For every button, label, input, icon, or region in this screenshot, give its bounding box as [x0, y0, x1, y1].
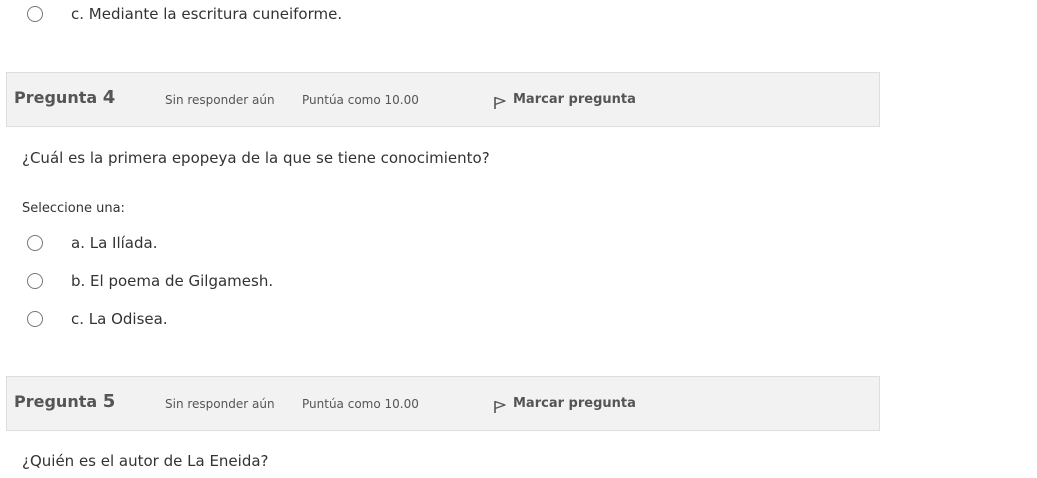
option-label: c. Mediante la escritura cuneiforme. — [71, 5, 343, 23]
option-radio[interactable]: c. La Odisea. — [27, 309, 168, 329]
question-title: Pregunta 5 — [14, 390, 115, 414]
question-header: Pregunta 5 Sin responder aún Puntúa como… — [6, 376, 880, 431]
question-grade: Puntúa como 10.00 — [302, 397, 419, 411]
radio-button-icon[interactable] — [27, 311, 43, 327]
question-text: ¿Cuál es la primera epopeya de la que se… — [22, 149, 490, 167]
question-number: 5 — [102, 391, 116, 412]
question-grade: Puntúa como 10.00 — [302, 93, 419, 107]
flag-question-label: Marcar pregunta — [513, 92, 636, 107]
flag-question-button[interactable]: Marcar pregunta — [493, 90, 636, 110]
flag-icon — [494, 400, 506, 413]
answer-prompt: Seleccione una: — [22, 201, 125, 216]
option-label: a. La Ilíada. — [71, 234, 158, 252]
question-title: Pregunta 4 — [14, 86, 115, 110]
question-title-label: Pregunta — [14, 88, 98, 107]
flag-question-button[interactable]: Marcar pregunta — [493, 394, 636, 414]
option-label: b. El poema de Gilgamesh. — [71, 272, 274, 290]
option-radio[interactable]: c. Mediante la escritura cuneiforme. — [27, 4, 342, 24]
question-title-label: Pregunta — [14, 392, 98, 411]
question-number: 4 — [102, 87, 116, 108]
option-radio[interactable]: a. La Ilíada. — [27, 233, 157, 253]
radio-button-icon[interactable] — [27, 273, 43, 289]
question-state: Sin responder aún — [165, 397, 275, 411]
option-label: c. La Odisea. — [71, 310, 168, 328]
question-state: Sin responder aún — [165, 93, 275, 107]
question-text: ¿Quién es el autor de La Eneida? — [22, 452, 269, 470]
option-radio[interactable]: b. El poema de Gilgamesh. — [27, 271, 273, 291]
flag-icon — [494, 96, 506, 109]
radio-button-icon[interactable] — [27, 235, 43, 251]
question-header: Pregunta 4 Sin responder aún Puntúa como… — [6, 72, 880, 127]
flag-question-label: Marcar pregunta — [513, 396, 636, 411]
radio-button-icon[interactable] — [27, 6, 43, 22]
